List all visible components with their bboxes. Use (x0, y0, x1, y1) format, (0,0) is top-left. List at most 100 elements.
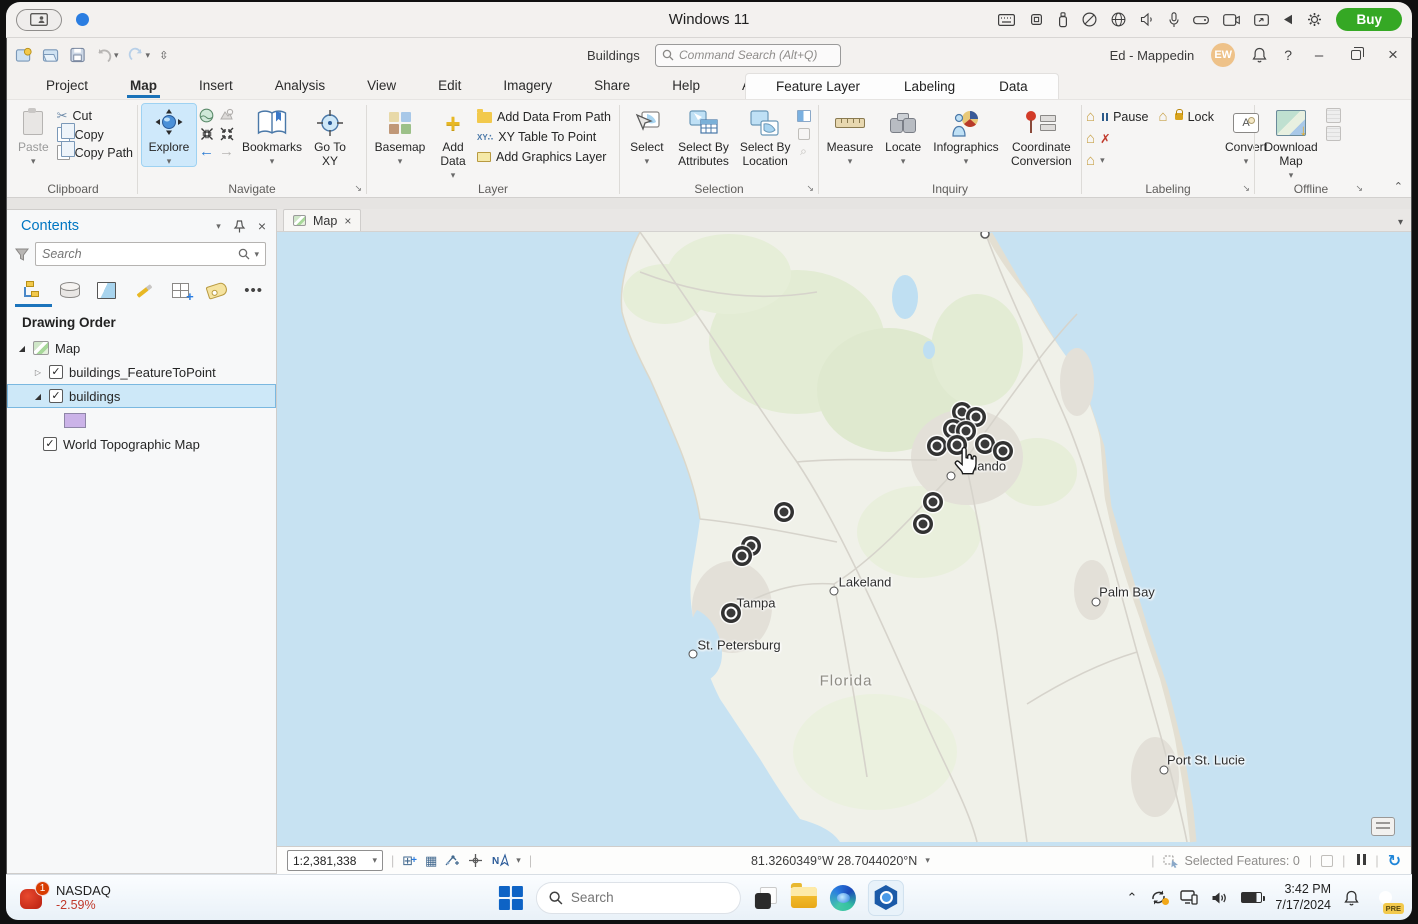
ribbon-tab-view[interactable]: View (346, 74, 417, 99)
infographics-button[interactable]: Infographics▾ (929, 104, 1002, 166)
more-labeling-button[interactable]: ⌂▾ (1086, 153, 1214, 168)
usb-icon[interactable] (1058, 12, 1068, 28)
building-marker[interactable] (725, 607, 738, 620)
select-tool-icon[interactable] (1321, 855, 1333, 867)
building-marker[interactable] (947, 423, 960, 436)
pin-icon[interactable] (234, 220, 245, 233)
save-project-icon[interactable] (69, 47, 87, 63)
grid-icon[interactable]: ▦ (425, 853, 437, 869)
explore-button[interactable]: Explore▾ (142, 104, 196, 166)
cast-display-icon[interactable] (1180, 890, 1198, 905)
network-blocked-icon[interactable] (1082, 12, 1097, 27)
chip-icon[interactable] (1029, 12, 1044, 27)
selection-options-icon[interactable] (797, 110, 811, 122)
camera-icon[interactable] (1223, 14, 1240, 26)
buy-button[interactable]: Buy (1336, 8, 1402, 31)
ribbon-tab-map[interactable]: Map (109, 74, 178, 99)
pause-labeling-button[interactable]: ⌂Pause (1086, 109, 1149, 124)
signed-in-user[interactable]: Ed - Mappedin (1110, 48, 1195, 63)
pause-drawing-button[interactable] (1354, 854, 1366, 868)
context-tab-feature-layer[interactable]: Feature Layer (754, 76, 882, 97)
copy-button[interactable]: Copy (57, 127, 133, 142)
visibility-checkbox[interactable]: ✓ (49, 365, 63, 379)
close-button[interactable]: × (1383, 45, 1403, 65)
building-marker[interactable] (970, 411, 983, 424)
filter-funnel-icon[interactable] (15, 248, 29, 261)
zoom-to-selection-icon[interactable]: ⌕ (796, 144, 811, 159)
building-marker[interactable] (931, 440, 944, 453)
clock[interactable]: 3:42 PM 7/17/2024 (1275, 882, 1331, 913)
scale-selector[interactable]: 1:2,381,338▾ (287, 850, 383, 871)
speaker-icon[interactable] (1140, 13, 1155, 26)
undo-icon[interactable] (96, 48, 112, 63)
buildings-symbol-row[interactable] (7, 408, 276, 432)
locate-button[interactable]: Locate▾ (880, 104, 926, 166)
notifications-bell-icon[interactable] (1252, 47, 1267, 63)
select-by-location-button[interactable]: Select By Location (737, 104, 793, 169)
arcgis-pro-button[interactable] (869, 881, 903, 915)
share-window-icon[interactable] (1254, 14, 1269, 26)
taskbar-search[interactable] (536, 882, 741, 914)
vm-device-button[interactable] (16, 9, 62, 31)
building-marker[interactable] (778, 506, 791, 519)
ribbon-tab-insert[interactable]: Insert (178, 74, 254, 99)
abort-labeling-button[interactable]: ⌂✗ (1086, 131, 1214, 146)
add-data-from-path-button[interactable]: Add Data From Path (477, 110, 611, 124)
navigate-launcher[interactable]: ↘ (354, 183, 362, 194)
close-tab-icon[interactable]: × (344, 214, 351, 228)
previous-camera-icon[interactable]: ← (199, 144, 214, 159)
restore-button[interactable] (1346, 47, 1366, 64)
list-by-labeling-tab[interactable] (205, 278, 230, 302)
list-by-drawing-order-tab[interactable] (21, 278, 46, 302)
selected-features[interactable]: Selected Features: 0 (1163, 854, 1299, 868)
select-button[interactable]: Select▾ (624, 104, 670, 166)
ribbon-tab-analysis[interactable]: Analysis (254, 74, 346, 99)
visibility-checkbox[interactable]: ✓ (43, 437, 57, 451)
expander-icon[interactable]: ▷ (33, 368, 43, 377)
redo-icon[interactable] (128, 48, 144, 63)
expander-icon[interactable]: ◢ (17, 344, 27, 353)
previous-extent-icon[interactable] (219, 108, 234, 123)
go-to-xy-button[interactable]: Go To XY (308, 104, 352, 169)
volume-icon[interactable] (1211, 891, 1228, 905)
map-view-tab[interactable]: Map × (283, 209, 361, 231)
refresh-button[interactable]: ↻ (1388, 851, 1401, 871)
map-canvas[interactable]: OrlandoLakelandTampaSt. PetersburgPalm B… (277, 232, 1411, 846)
undo-dropdown[interactable]: ▾ (114, 50, 119, 61)
tree-item-world-topographic[interactable]: ✓ World Topographic Map (17, 432, 276, 456)
microphone-icon[interactable] (1169, 12, 1179, 28)
qat-customize-button[interactable]: ⇳ (159, 49, 167, 62)
fixed-zoom-out-icon[interactable] (219, 126, 234, 141)
clear-selection-icon[interactable] (798, 128, 810, 140)
ribbon-tab-imagery[interactable]: Imagery (482, 74, 573, 99)
command-search[interactable] (655, 44, 841, 67)
update-sync-icon[interactable] (1150, 890, 1167, 905)
list-by-editing-tab[interactable] (131, 278, 156, 302)
remove-map-icon[interactable] (1326, 126, 1341, 141)
bookmarks-button[interactable]: Bookmarks▾ (239, 104, 305, 166)
copilot-button[interactable]: PRE (1372, 884, 1400, 912)
tree-item-feature-to-point[interactable]: ▷ ✓ buildings_FeatureToPoint (7, 360, 276, 384)
contents-search[interactable]: ▾ (35, 242, 266, 266)
pane-menu-chevron[interactable]: ▾ (216, 221, 221, 232)
start-button[interactable] (499, 886, 523, 910)
building-marker[interactable] (927, 496, 940, 509)
building-marker[interactable] (997, 445, 1010, 458)
building-marker[interactable] (956, 406, 969, 419)
crosshair-icon[interactable] (468, 853, 483, 868)
list-by-data-source-tab[interactable] (58, 278, 83, 302)
xy-table-to-point-button[interactable]: XY∴XY Table To Point (477, 130, 611, 144)
lock-labels-button[interactable]: ⌂Lock (1159, 109, 1214, 124)
close-pane-icon[interactable]: × (258, 218, 266, 234)
fixed-zoom-in-icon[interactable] (199, 126, 214, 141)
add-graphics-layer-button[interactable]: Add Graphics Layer (477, 150, 611, 164)
notification-toast-icon[interactable] (1371, 817, 1395, 836)
sync-map-icon[interactable] (1326, 108, 1341, 123)
next-camera-icon[interactable]: → (219, 144, 234, 159)
minimize-button[interactable]: – (1309, 47, 1329, 64)
offline-launcher[interactable]: ↘ (1355, 183, 1363, 194)
notifications-bell-icon[interactable] (1344, 890, 1359, 906)
basemap-button[interactable]: Basemap▾ (371, 104, 429, 166)
visibility-checkbox[interactable]: ✓ (49, 389, 63, 403)
building-marker[interactable] (960, 425, 973, 438)
